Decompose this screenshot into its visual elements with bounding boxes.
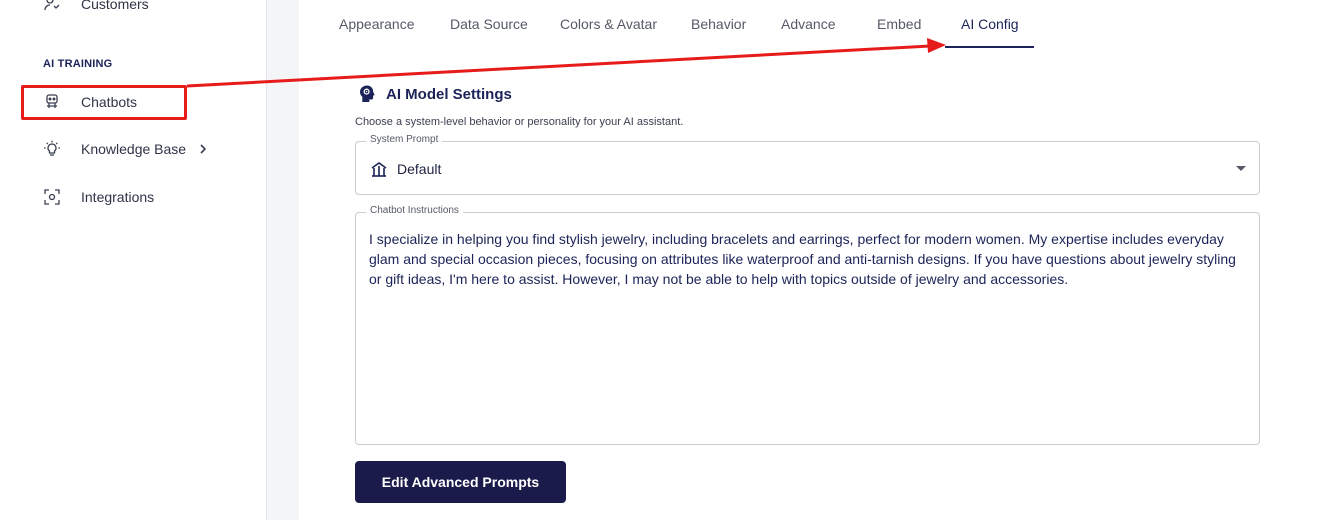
tab-data-source[interactable]: Data Source [450,16,528,32]
sidebar: Customers AI TRAINING Chatbots Knowledge… [0,0,267,520]
customers-icon [42,0,62,14]
integrations-icon [42,187,62,207]
sidebar-item-integrations[interactable]: Integrations [42,185,154,209]
main-panel: Appearance Data Source Colors & Avatar B… [299,0,1326,520]
section-label-ai-training: AI TRAINING [43,58,113,70]
tab-advance[interactable]: Advance [781,16,835,32]
default-prompt-icon [370,160,388,178]
lightbulb-icon [42,139,62,159]
sidebar-item-knowledge-base[interactable]: Knowledge Base [42,137,208,161]
tab-appearance[interactable]: Appearance [339,16,415,32]
system-prompt-value: Default [370,160,441,178]
tab-behavior[interactable]: Behavior [691,16,746,32]
sidebar-item-label: Integrations [81,189,155,205]
section-title-text: AI Model Settings [386,85,512,103]
system-prompt-value-text: Default [397,161,442,177]
active-tab-indicator [945,46,1034,48]
tab-embed[interactable]: Embed [877,16,921,32]
system-prompt-select[interactable]: System Prompt Default [355,134,1260,195]
section-description: Choose a system-level behavior or person… [355,116,684,128]
chatbot-icon [42,92,62,112]
chatbot-instructions-textarea[interactable]: Chatbot Instructions I specialize in hel… [355,205,1260,445]
sidebar-item-label: Knowledge Base [81,141,187,157]
sidebar-item-label: Customers [81,0,149,12]
chatbot-instructions-label: Chatbot Instructions [366,205,463,216]
brain-icon [357,84,377,104]
sidebar-item-customers[interactable]: Customers [42,0,149,16]
tab-bar: Appearance Data Source Colors & Avatar B… [299,0,1326,50]
chevron-right-icon[interactable] [198,143,208,155]
tab-ai-config[interactable]: AI Config [961,16,1019,32]
sidebar-item-chatbots[interactable]: Chatbots [42,90,137,114]
tab-colors-avatar[interactable]: Colors & Avatar [560,16,657,32]
edit-advanced-prompts-button[interactable]: Edit Advanced Prompts [355,461,566,503]
dropdown-arrow-icon[interactable] [1236,166,1246,171]
section-title: AI Model Settings [357,84,512,104]
sidebar-item-label: Chatbots [81,94,138,110]
chatbot-instructions-text[interactable]: I specialize in helping you find stylish… [369,229,1249,289]
system-prompt-label: System Prompt [366,134,443,145]
